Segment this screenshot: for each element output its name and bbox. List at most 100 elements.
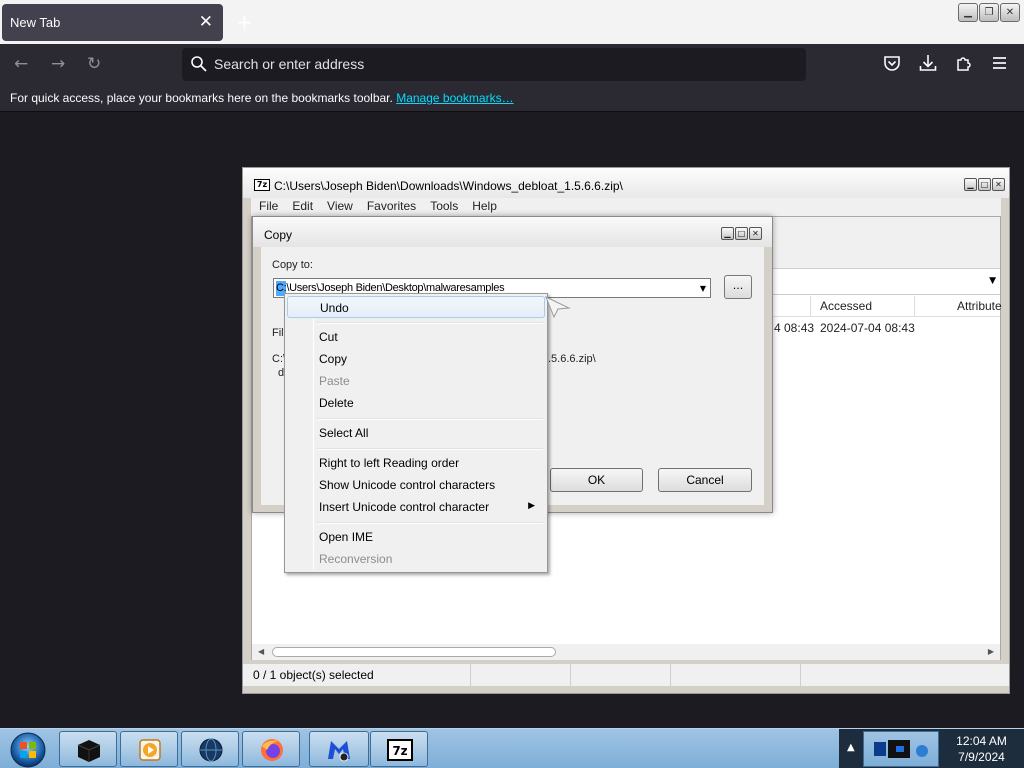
window-controls: ▁ ❐ ✕: [958, 3, 1020, 22]
menu-item-paste: Paste: [319, 374, 350, 388]
files-path-tail: .5.6.6.zip\: [548, 353, 596, 365]
minimize-icon[interactable]: ▁: [958, 3, 978, 22]
taskbar-malwarebytes[interactable]: [309, 731, 369, 767]
svg-text:7z: 7z: [392, 744, 407, 758]
scrollbar-thumb[interactable]: [272, 647, 556, 657]
chevron-down-icon[interactable]: ▼: [700, 284, 706, 293]
start-button-icon[interactable]: [5, 731, 51, 768]
sevenzip-app-icon: 7z: [254, 179, 270, 191]
bookmarks-hint: For quick access, place your bookmarks h…: [10, 91, 393, 105]
pocket-icon[interactable]: [883, 54, 901, 72]
taskbar-7zip[interactable]: 7z: [370, 731, 428, 767]
address-input[interactable]: [214, 54, 774, 74]
search-icon: [191, 56, 207, 72]
cell-modified: 4 08:43: [774, 321, 815, 335]
edit-context-menu: Undo Cut Copy Paste Delete Select All Ri…: [284, 293, 548, 573]
mouse-pointer-icon: [545, 296, 571, 318]
close-window-icon[interactable]: ✕: [1000, 3, 1020, 22]
command-prompt-icon: [77, 740, 101, 762]
restore-icon[interactable]: ❐: [979, 3, 999, 22]
column-attributes[interactable]: Attribute: [957, 299, 1002, 313]
taskbar-firefox[interactable]: [242, 731, 300, 767]
tab-strip: New Tab ✕ + ▁ ❐ ✕: [0, 0, 1024, 44]
status-cell: [571, 664, 671, 686]
taskbar-clock[interactable]: 12:04 AM 7/9/2024: [939, 733, 1024, 765]
back-arrow-icon[interactable]: ←: [14, 54, 28, 74]
menu-tools[interactable]: Tools: [430, 199, 458, 215]
status-cell: [671, 664, 801, 686]
menu-separator: [317, 448, 543, 450]
taskbar-network[interactable]: [181, 731, 239, 767]
sevenzip-titlebar[interactable]: 7z C:\Users\Joseph Biden\Downloads\Windo…: [243, 168, 1009, 198]
status-cell: [471, 664, 571, 686]
menu-help[interactable]: Help: [472, 199, 497, 215]
menu-separator: [317, 522, 543, 524]
hamburger-menu-icon[interactable]: [991, 54, 1009, 72]
scroll-right-icon[interactable]: ▶: [988, 647, 994, 656]
maximize-icon[interactable]: □: [735, 227, 748, 240]
menu-separator: [317, 322, 543, 324]
media-player-icon: [139, 739, 161, 761]
menu-item-cut[interactable]: Cut: [287, 326, 545, 348]
status-selection: 0 / 1 object(s) selected: [243, 664, 471, 686]
menu-item-open-ime[interactable]: Open IME: [287, 526, 545, 548]
menu-favorites[interactable]: Favorites: [367, 199, 416, 215]
ok-button[interactable]: OK: [550, 468, 643, 492]
menu-item-rtl-reading-order[interactable]: Right to left Reading order: [287, 452, 545, 474]
column-accessed[interactable]: Accessed: [820, 299, 872, 313]
menu-item-delete[interactable]: Delete: [287, 392, 545, 414]
status-bar: 0 / 1 object(s) selected: [243, 664, 1009, 686]
menu-view[interactable]: View: [327, 199, 353, 215]
column-divider[interactable]: [914, 296, 915, 316]
downloads-icon[interactable]: [919, 54, 937, 72]
menu-separator: [317, 418, 543, 420]
copy-to-label: Copy to:: [272, 259, 313, 271]
tab-new-tab[interactable]: New Tab ✕: [2, 4, 223, 41]
new-tab-button[interactable]: +: [236, 10, 253, 34]
close-icon[interactable]: ✕: [749, 227, 762, 240]
tray-icons[interactable]: [863, 731, 939, 767]
taskbar-cmd[interactable]: [59, 731, 117, 767]
malwarebytes-icon: [328, 741, 350, 762]
globe-icon: [199, 738, 223, 762]
copy-dialog-titlebar[interactable]: Copy ▁ □ ✕: [253, 217, 772, 247]
clock-date: 7/9/2024: [958, 750, 1005, 764]
menu-item-insert-unicode[interactable]: Insert Unicode control character ▶: [287, 496, 545, 518]
reload-icon[interactable]: ↻: [87, 54, 101, 74]
menu-item-select-all[interactable]: Select All: [287, 422, 545, 444]
column-divider[interactable]: [810, 296, 811, 316]
chevron-down-icon[interactable]: ▼: [989, 276, 996, 286]
tray-network-icon: [874, 740, 928, 758]
sevenzip-title: C:\Users\Joseph Biden\Downloads\Windows_…: [274, 179, 623, 193]
menu-item-undo[interactable]: Undo: [287, 296, 545, 318]
menu-item-copy[interactable]: Copy: [287, 348, 545, 370]
windows-taskbar: 7z ▲ 12:04 AM 7/9/2024: [0, 728, 1024, 768]
cancel-button[interactable]: Cancel: [658, 468, 752, 492]
horizontal-scrollbar[interactable]: ◀ ▶: [252, 644, 1000, 660]
maximize-icon[interactable]: □: [978, 178, 991, 191]
navigation-toolbar: ← → ↻: [0, 44, 1024, 86]
scroll-left-icon[interactable]: ◀: [258, 647, 264, 656]
extensions-icon[interactable]: [955, 54, 973, 72]
submenu-arrow-icon: ▶: [528, 500, 535, 510]
minimize-icon[interactable]: ▁: [964, 178, 977, 191]
sevenzip-taskbar-icon: 7z: [387, 739, 413, 761]
taskbar-media-player[interactable]: [120, 731, 178, 767]
minimize-icon[interactable]: ▁: [721, 227, 734, 240]
menu-file[interactable]: File: [259, 199, 278, 215]
menu-item-show-unicode[interactable]: Show Unicode control characters: [287, 474, 545, 496]
clock-time: 12:04 AM: [956, 734, 1007, 748]
browse-button[interactable]: ...: [724, 275, 752, 299]
manage-bookmarks-link[interactable]: Manage bookmarks…: [396, 91, 513, 105]
forward-arrow-icon[interactable]: →: [51, 54, 65, 74]
menu-item-reconversion: Reconversion: [319, 552, 393, 566]
menu-edit[interactable]: Edit: [292, 199, 313, 215]
close-icon[interactable]: ✕: [992, 178, 1005, 191]
show-hidden-icons-icon[interactable]: ▲: [847, 742, 855, 753]
cell-accessed: 2024-07-04 08:43: [820, 321, 915, 335]
firefox-icon: [261, 739, 283, 761]
close-tab-icon[interactable]: ✕: [199, 12, 213, 32]
address-bar[interactable]: [182, 48, 806, 81]
copy-dialog-title: Copy: [264, 228, 293, 242]
tab-title: New Tab: [10, 15, 61, 30]
